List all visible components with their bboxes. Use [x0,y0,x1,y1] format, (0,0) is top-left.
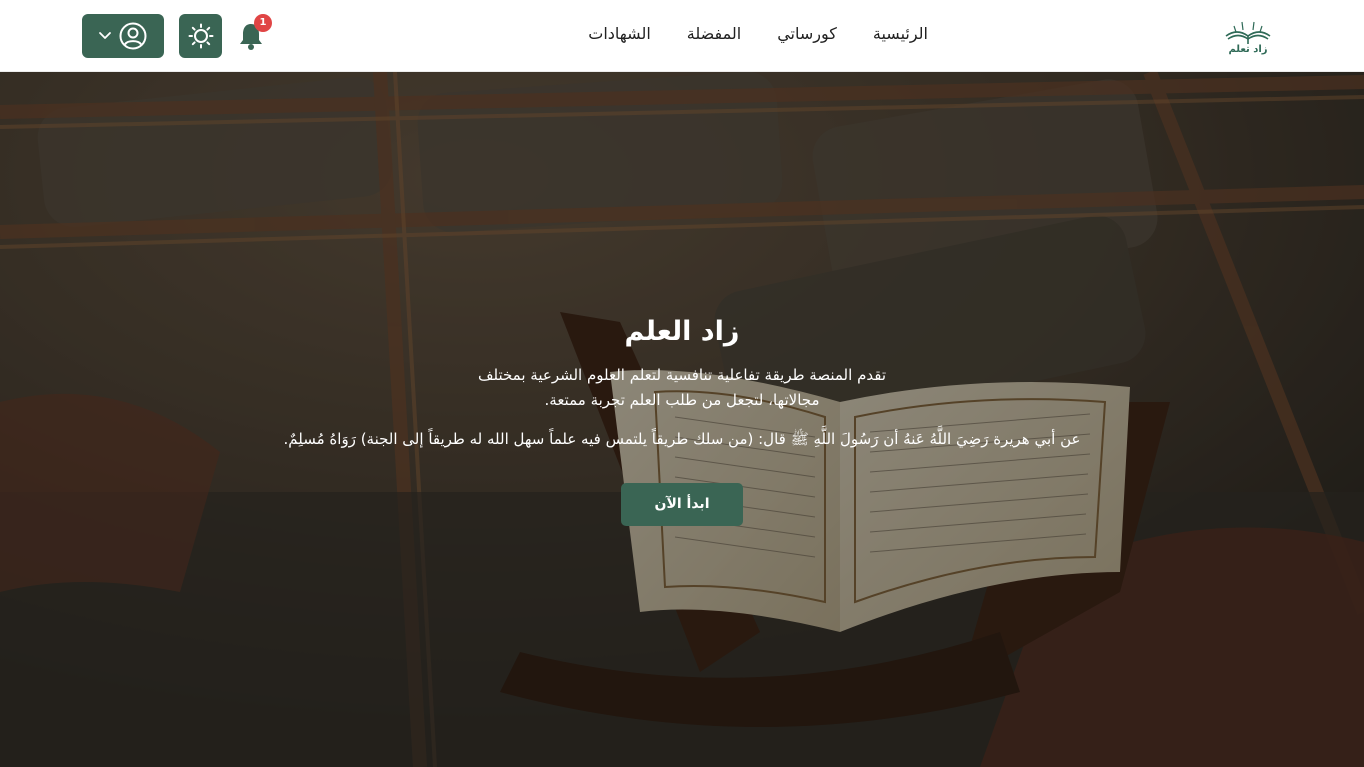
start-now-button[interactable]: ابدأ الآن [621,483,743,526]
nav-link-certificates[interactable]: الشهادات [588,24,650,43]
user-menu-button[interactable] [82,14,164,58]
theme-toggle-button[interactable] [179,14,222,58]
brand-name: زاد تعلم [1228,44,1268,55]
nav-link-home[interactable]: الرئيسية [873,24,928,43]
hero-title: زاد العلم [624,316,740,347]
top-navbar: زاد تعلم الرئيسية كورساتي المفضلة الشهاد… [0,0,1364,72]
main-nav: الرئيسية كورساتي المفضلة الشهادات [588,24,928,43]
notification-badge: 1 [254,14,272,32]
hero-content: زاد العلم تقدم المنصة طريقة تفاعلية تناف… [232,316,1132,451]
user-circle-icon [119,22,147,50]
nav-link-favorites[interactable]: المفضلة [687,24,741,43]
hero-section: زاد العلم تقدم المنصة طريقة تفاعلية تناف… [0,72,1364,767]
hero-description: تقدم المنصة طريقة تفاعلية تنافسية لتعلم … [477,366,886,409]
hero-hadith: عن أبي هريرة رَضِيَ اللَّهُ عَنهُ أن رَس… [283,430,1081,448]
chevron-down-icon [99,32,111,39]
sun-icon [188,23,213,49]
nav-link-my-courses[interactable]: كورساتي [777,24,837,43]
